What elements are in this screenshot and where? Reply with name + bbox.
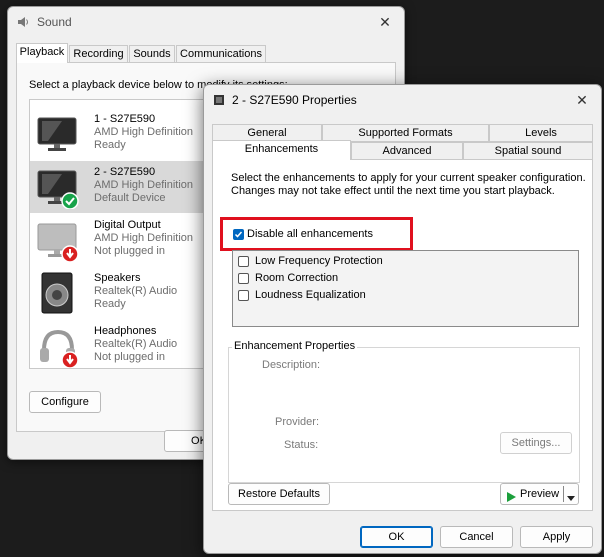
device-name: Speakers bbox=[94, 272, 141, 284]
monitor-default-icon bbox=[36, 165, 80, 210]
settings-button[interactable]: Settings... bbox=[500, 432, 572, 454]
device-driver: AMD High Definition bbox=[94, 179, 194, 191]
apply-button[interactable]: Apply bbox=[520, 526, 593, 548]
device-driver: Realtek(R) Audio bbox=[94, 285, 178, 297]
properties-titlebar: 2 - S27E590 Properties ✕ bbox=[204, 85, 601, 115]
properties-window: 2 - S27E590 Properties ✕ General Support… bbox=[203, 84, 602, 554]
enhancement-properties-title: Enhancement Properties bbox=[232, 340, 358, 352]
tab-recording[interactable]: Recording bbox=[69, 45, 128, 63]
tab-levels[interactable]: Levels bbox=[489, 124, 593, 142]
sound-close-icon[interactable]: ✕ bbox=[376, 13, 394, 31]
device-driver: AMD High Definition bbox=[94, 232, 194, 244]
device-status: Ready bbox=[94, 139, 126, 151]
device-driver: AMD High Definition bbox=[94, 126, 194, 138]
device-name: 2 - S27E590 bbox=[94, 166, 156, 178]
properties-window-title: 2 - S27E590 Properties bbox=[232, 93, 357, 107]
preview-label: Preview bbox=[520, 488, 560, 500]
tab-enhancements[interactable]: Enhancements bbox=[212, 140, 351, 160]
device-driver: Realtek(R) Audio bbox=[94, 338, 178, 350]
restore-defaults-button[interactable]: Restore Defaults bbox=[228, 483, 330, 505]
ok-button[interactable]: OK bbox=[360, 526, 433, 548]
preview-divider bbox=[563, 486, 564, 502]
tab-advanced[interactable]: Advanced bbox=[351, 142, 463, 160]
configure-button[interactable]: Configure bbox=[29, 391, 101, 413]
cancel-button[interactable]: Cancel bbox=[440, 526, 513, 548]
device-name: Headphones bbox=[94, 325, 157, 337]
preview-button[interactable]: Preview bbox=[500, 483, 579, 505]
sound-titlebar: Sound ✕ bbox=[8, 7, 404, 37]
loudness-equalization-checkbox[interactable] bbox=[238, 290, 249, 301]
enhancement-label: Loudness Equalization bbox=[255, 289, 366, 301]
device-status: Not plugged in bbox=[94, 351, 165, 363]
provider-label: Provider: bbox=[275, 416, 320, 428]
play-icon bbox=[506, 489, 516, 509]
monitor-icon bbox=[36, 112, 80, 156]
sound-window-title: Sound bbox=[37, 15, 72, 29]
enhancements-intro: Select the enhancements to apply for you… bbox=[231, 172, 586, 197]
sound-app-icon bbox=[16, 15, 30, 32]
enhancement-label: Room Correction bbox=[255, 272, 339, 284]
enhancements-list: Low Frequency Protection Room Correction… bbox=[232, 250, 579, 327]
tab-playback[interactable]: Playback bbox=[16, 43, 68, 63]
device-name: Digital Output bbox=[94, 219, 161, 231]
enhancements-panel: Select the enhancements to apply for you… bbox=[212, 159, 593, 511]
monitor-unplugged-icon bbox=[36, 218, 80, 263]
device-name: 1 - S27E590 bbox=[94, 113, 156, 125]
properties-close-icon[interactable]: ✕ bbox=[573, 91, 591, 109]
enhancement-label: Low Frequency Protection bbox=[255, 255, 383, 267]
room-correction-checkbox[interactable] bbox=[238, 273, 249, 284]
checkmark-icon bbox=[234, 231, 243, 238]
tab-sounds[interactable]: Sounds bbox=[129, 45, 175, 63]
tab-communications[interactable]: Communications bbox=[176, 45, 266, 63]
device-status: Ready bbox=[94, 298, 126, 310]
headphones-unplugged-icon bbox=[36, 324, 80, 369]
chevron-down-icon[interactable] bbox=[566, 490, 576, 510]
low-frequency-checkbox[interactable] bbox=[238, 256, 249, 267]
device-status: Not plugged in bbox=[94, 245, 165, 257]
speaker-app-icon bbox=[213, 94, 225, 109]
status-label: Status: bbox=[284, 439, 319, 451]
disable-all-label: Disable all enhancements bbox=[247, 228, 373, 240]
device-status: Default Device bbox=[94, 192, 166, 204]
description-label: Description: bbox=[262, 359, 321, 371]
tab-spatial-sound[interactable]: Spatial sound bbox=[463, 142, 593, 160]
disable-all-checkbox[interactable] bbox=[233, 229, 244, 240]
speaker-icon bbox=[36, 271, 80, 315]
